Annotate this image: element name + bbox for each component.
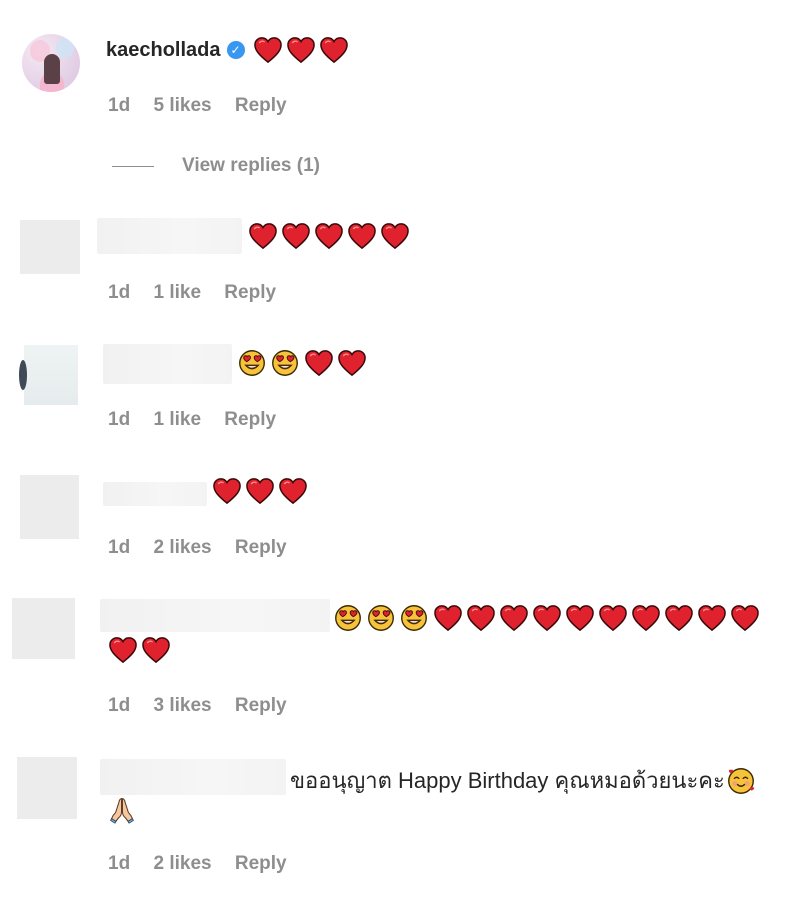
heart-eyes-icon — [400, 604, 428, 632]
heart-eyes-icon — [238, 349, 266, 377]
heart-icon — [631, 604, 661, 632]
likes-count[interactable]: 1 like — [153, 409, 201, 430]
reply-button[interactable]: Reply — [235, 537, 287, 558]
avatar[interactable] — [22, 34, 80, 92]
view-replies-button[interactable]: View replies (1) — [112, 155, 320, 177]
heart-icon — [347, 222, 377, 250]
heart-icon — [697, 604, 727, 632]
heart-icon — [108, 636, 138, 664]
username-redacted[interactable] — [100, 599, 330, 632]
username-redacted[interactable] — [97, 218, 242, 254]
comment-time: 1d — [108, 95, 131, 116]
comment-body-line2 — [108, 796, 136, 829]
username[interactable]: kaechollada — [106, 39, 221, 62]
comment-emojis — [238, 349, 370, 377]
heart-icon — [598, 604, 628, 632]
reply-button[interactable]: Reply — [235, 95, 287, 116]
heart-icon — [532, 604, 562, 632]
heart-icon — [281, 222, 311, 250]
heart-icon — [304, 349, 334, 377]
comment-meta: 1d 1 like Reply — [108, 409, 294, 431]
likes-count[interactable]: 1 like — [153, 282, 201, 303]
view-replies-label: View replies (1) — [182, 155, 320, 176]
reply-button[interactable]: Reply — [235, 695, 287, 716]
divider — [112, 165, 154, 167]
heart-icon — [286, 36, 316, 64]
username-redacted[interactable] — [103, 344, 232, 384]
comment-meta: 1d 1 like Reply — [108, 282, 294, 304]
username-redacted[interactable] — [103, 482, 207, 506]
heart-icon — [466, 604, 496, 632]
heart-icon — [380, 222, 410, 250]
comment-emojis-line2 — [108, 636, 174, 664]
heart-icon — [730, 604, 760, 632]
comment-header: kaechollada ✓ — [106, 36, 352, 64]
reply-button[interactable]: Reply — [224, 409, 276, 430]
heart-icon — [319, 36, 349, 64]
reply-button[interactable]: Reply — [235, 853, 287, 874]
likes-count[interactable]: 3 likes — [153, 695, 211, 716]
comment-emojis — [212, 477, 311, 505]
comment-time: 1d — [108, 409, 131, 430]
comment-emojis — [253, 36, 352, 64]
heart-icon — [337, 349, 367, 377]
heart-icon — [565, 604, 595, 632]
heart-eyes-icon — [271, 349, 299, 377]
heart-icon — [499, 604, 529, 632]
verified-badge-icon: ✓ — [226, 41, 245, 59]
comment-meta: 1d 3 likes Reply — [108, 695, 305, 717]
heart-icon — [212, 477, 242, 505]
likes-count[interactable]: 2 likes — [153, 853, 211, 874]
heart-eyes-icon — [367, 604, 395, 632]
folded-hands-icon — [108, 796, 136, 824]
comment-text: ขออนุญาต Happy Birthday คุณหมอด้วยนะคะ — [290, 768, 725, 793]
comment-time: 1d — [108, 537, 131, 558]
comment-meta: 1d 2 likes Reply — [108, 853, 305, 875]
avatar[interactable] — [20, 475, 79, 539]
heart-icon — [141, 636, 171, 664]
avatar[interactable] — [12, 598, 75, 659]
comment-body: ขออนุญาต Happy Birthday คุณหมอด้วยนะคะ — [290, 763, 760, 798]
heart-icon — [433, 604, 463, 632]
comment-meta: 1d 5 likes Reply — [108, 95, 305, 117]
heart-eyes-icon — [334, 604, 362, 632]
heart-icon — [664, 604, 694, 632]
heart-icon — [314, 222, 344, 250]
comment-time: 1d — [108, 695, 131, 716]
heart-icon — [278, 477, 308, 505]
heart-icon — [245, 477, 275, 505]
comment-time: 1d — [108, 282, 131, 303]
avatar[interactable] — [17, 757, 77, 819]
smiling-face-with-hearts-icon — [727, 767, 755, 795]
comment-emojis — [334, 604, 763, 632]
avatar[interactable] — [20, 220, 80, 274]
comment-time: 1d — [108, 853, 131, 874]
reply-button[interactable]: Reply — [224, 282, 276, 303]
avatar[interactable] — [24, 345, 78, 405]
comment-emojis — [248, 222, 413, 250]
heart-icon — [248, 222, 278, 250]
likes-count[interactable]: 2 likes — [153, 537, 211, 558]
likes-count[interactable]: 5 likes — [153, 95, 211, 116]
heart-icon — [253, 36, 283, 64]
username-redacted[interactable] — [100, 759, 286, 795]
avatar-edge — [19, 360, 27, 390]
comment-meta: 1d 2 likes Reply — [108, 537, 305, 559]
